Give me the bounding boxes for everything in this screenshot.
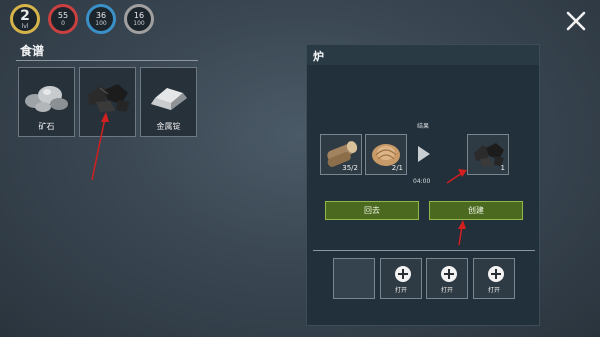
stamina-sub: 100 (133, 20, 145, 27)
level-value: 2 (20, 7, 30, 24)
stamina-gauge: 16 100 (124, 4, 154, 34)
recipe-ore[interactable]: 矿石 (18, 67, 75, 137)
craft-timer: 04:00 (413, 178, 431, 185)
arrow-right-icon (418, 146, 430, 162)
furnace-title: 炉 (313, 50, 324, 63)
input-slot-log[interactable]: 35/2 (320, 134, 362, 175)
input-slot-fiber[interactable]: 2/1 (365, 134, 407, 175)
recipes-divider (16, 60, 198, 61)
output-count: 1 (500, 164, 505, 172)
water-value: 36 (95, 11, 107, 20)
add-slot-3-label: 打开 (487, 287, 500, 294)
close-button[interactable] (564, 9, 588, 33)
coal-icon (87, 84, 130, 112)
health-sub: 0 (61, 20, 65, 27)
add-slot-2[interactable]: 打开 (426, 258, 468, 299)
ore-icon (25, 86, 68, 112)
recipe-coal[interactable] (79, 67, 136, 137)
input-log-count: 35/2 (342, 164, 358, 172)
status-hud: 2 lvl 55 0 36 100 16 100 (10, 4, 154, 34)
add-slot-1-label: 打开 (394, 287, 407, 294)
plus-icon (488, 266, 504, 282)
furnace-divider (313, 250, 535, 251)
recipe-ore-label: 矿石 (38, 122, 55, 131)
plus-icon (441, 266, 457, 282)
level-label: lvl (21, 22, 29, 30)
add-slot-2-label: 打开 (440, 287, 453, 294)
level-indicator: 2 lvl (10, 4, 40, 34)
water-gauge: 36 100 (86, 4, 116, 34)
recipe-ingot[interactable]: 金属锭 (140, 67, 197, 137)
close-icon (566, 11, 586, 31)
empty-slot[interactable] (333, 258, 375, 299)
recipe-ingot-label: 金属锭 (156, 122, 181, 131)
add-slot-1[interactable]: 打开 (380, 258, 422, 299)
recipes-title: 食谱 (20, 44, 45, 58)
furnace-panel: 炉 结果 35/2 2/1 04:00 1 回去 创建 打开 打开 打开 (306, 44, 540, 326)
water-sub: 100 (95, 20, 107, 27)
furnace-header (307, 45, 539, 65)
health-gauge: 55 0 (48, 4, 78, 34)
input-fiber-count: 2/1 (391, 164, 403, 172)
create-button[interactable]: 创建 (429, 201, 523, 220)
ingot-icon (151, 88, 187, 110)
health-value: 55 (57, 11, 69, 20)
plus-icon (395, 266, 411, 282)
output-slot[interactable]: 1 (467, 134, 509, 175)
back-button[interactable]: 回去 (325, 201, 419, 220)
add-slot-3[interactable]: 打开 (473, 258, 515, 299)
stamina-value: 16 (133, 11, 145, 20)
result-label: 结果 (417, 123, 430, 130)
